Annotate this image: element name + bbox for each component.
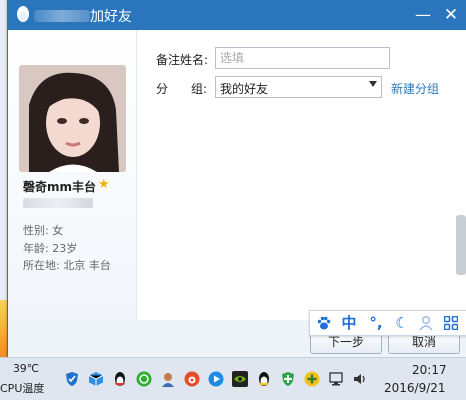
title-blurred-text (34, 10, 90, 22)
qq-number-blurred (23, 198, 93, 208)
nvidia-icon[interactable] (232, 371, 248, 387)
shield-icon[interactable] (64, 371, 80, 387)
wechat-icon[interactable] (136, 371, 152, 387)
qq-tray-icon[interactable] (256, 371, 272, 387)
weibo-icon[interactable] (184, 371, 200, 387)
ime-toolbar: 中 °, ☾ (309, 310, 466, 336)
group-selected-value: 我的好友 (220, 82, 269, 96)
group-label-part1: 分 (156, 82, 169, 96)
plus-icon[interactable] (304, 371, 320, 387)
profile-panel: 磬奇mm丰台 ★ 性别: 女 年龄: 23岁 所在地: 北京 丰台 (8, 30, 137, 320)
group-select[interactable]: 我的好友 (215, 76, 382, 98)
gender-info: 性别: 女 (23, 224, 64, 237)
nickname: 磬奇mm丰台 (23, 180, 97, 194)
add-friend-dialog: 加好友 — ✕ 磬奇mm丰台 ★ 性别: 女 年龄: 23岁 所在地: 北京 丰… (7, 0, 466, 357)
age-info: 年龄: 23岁 (23, 242, 78, 255)
user-icon[interactable] (416, 313, 436, 333)
group-label-part2: 组: (191, 82, 208, 96)
window-title: 加好友 (90, 9, 132, 25)
chevron-down-icon (369, 81, 377, 87)
minimize-button[interactable]: — (412, 4, 434, 26)
paw-icon[interactable] (314, 313, 334, 333)
remark-label: 备注姓名: (156, 53, 209, 67)
scrollbar-thumb[interactable] (456, 215, 466, 275)
location-info: 所在地: 北京 丰台 (23, 259, 111, 272)
avatar-tray-icon[interactable] (160, 371, 176, 387)
star-icon: ★ (98, 177, 110, 192)
security-shield-icon[interactable] (280, 371, 296, 387)
new-group-link[interactable]: 新建分组 (391, 80, 439, 97)
qq-penguin-icon (17, 6, 29, 22)
volume-icon[interactable] (352, 371, 368, 387)
clock-date[interactable]: 2016/9/21 (384, 381, 446, 395)
network-icon[interactable] (328, 371, 344, 387)
qq-penguin-icon[interactable] (112, 371, 128, 387)
ime-punctuation-toggle[interactable]: °, (364, 313, 388, 333)
clock-time[interactable]: 20:17 (412, 363, 447, 377)
moon-icon[interactable]: ☾ (392, 313, 412, 333)
cube-icon[interactable] (88, 371, 104, 387)
video-player-icon[interactable] (208, 371, 224, 387)
ime-mode-toggle[interactable]: 中 (338, 313, 360, 333)
remark-name-input[interactable] (215, 47, 390, 69)
title-bar: 加好友 — ✕ (8, 0, 466, 30)
close-button[interactable]: ✕ (440, 4, 462, 26)
taskbar: 39℃ CPU温度 20:17 2016/9/21 (0, 357, 466, 400)
grid-menu-icon[interactable] (440, 313, 462, 333)
avatar (19, 65, 126, 172)
cpu-temperature-label: CPU温度 (0, 382, 45, 395)
cpu-temperature: 39℃ (12, 362, 40, 375)
